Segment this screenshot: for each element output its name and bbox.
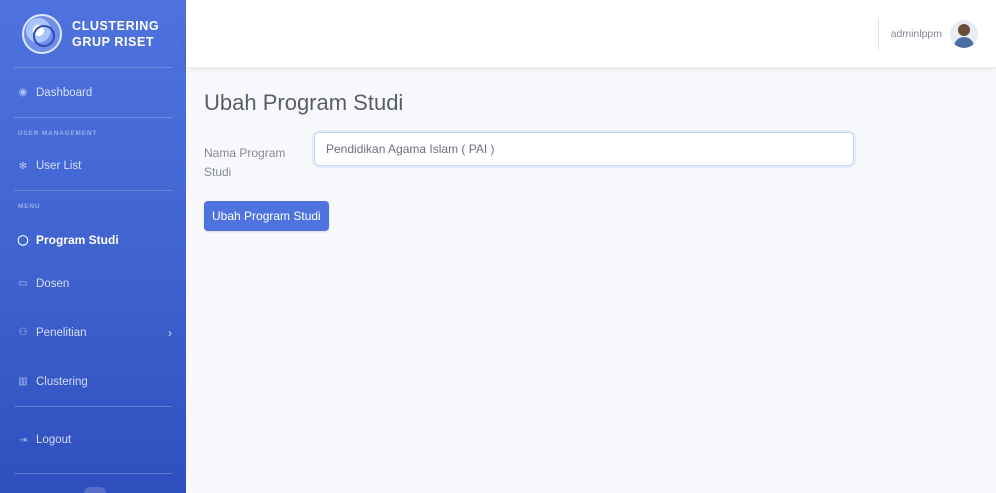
sidebar-item-label: Clustering [36, 375, 88, 388]
circle-icon: ◯ [17, 234, 29, 246]
user-name[interactable]: adminlppm [891, 28, 942, 40]
sidebar-item-label: Logout [36, 434, 72, 446]
main-content: Ubah Program Studi Nama Program Studi Ub… [204, 90, 854, 231]
program-studi-label: Nama Program Studi [204, 146, 286, 179]
brand-line-2: GRUP RISET [72, 34, 155, 49]
page-title: Ubah Program Studi [204, 90, 404, 115]
sidebar-item-penelitian[interactable]: ⚇ Penelitian › [0, 308, 186, 357]
sidebar-heading-menu: MENU [18, 202, 41, 210]
topbar: adminlppm [186, 0, 996, 67]
logo-icon [22, 13, 62, 54]
logout-icon: ⇥ [18, 434, 28, 446]
sidebar-item-program-studi[interactable]: ◯ Program Studi [0, 221, 186, 259]
sidebar-item-label: Dashboard [36, 86, 93, 99]
sidebar-item-dashboard[interactable]: ◉ Dashboard [0, 68, 186, 117]
chevron-right-icon: › [168, 325, 172, 340]
sidebar-item-logout[interactable]: ⇥ Logout [0, 407, 186, 473]
sidebar-divider [14, 473, 172, 474]
program-studi-input[interactable] [314, 132, 854, 166]
topbar-divider [877, 17, 879, 50]
sidebar-item-label: Program Studi [36, 233, 119, 247]
avatar[interactable] [950, 19, 978, 48]
sidebar: CLUSTERING GRUP RISET ◉ Dashboard USER M… [0, 0, 186, 493]
sidebar-item-label: Dosen [36, 277, 70, 290]
sidebar-toggle-button[interactable] [84, 487, 106, 493]
dashboard-icon: ◉ [18, 87, 28, 98]
sidebar-item-clustering[interactable]: ▥ Clustering [0, 357, 186, 406]
sidebar-item-label: Penelitian [36, 326, 87, 339]
sidebar-heading-user-management: USER MANAGEMENT [18, 129, 98, 137]
users-icon: ⚇ [18, 327, 28, 338]
sidebar-item-label: User List [36, 160, 82, 172]
gear-icon: ✻ [18, 160, 28, 172]
brand-title: CLUSTERING GRUP RISET [72, 18, 159, 50]
brand-line-1: CLUSTERING [72, 18, 160, 33]
sidebar-item-dosen[interactable]: ▭ Dosen [0, 259, 186, 308]
chalkboard-icon: ▭ [18, 278, 28, 289]
sidebar-brand[interactable]: CLUSTERING GRUP RISET [0, 0, 186, 67]
submit-button[interactable]: Ubah Program Studi [204, 201, 329, 231]
sidebar-item-user-list[interactable]: ✻ User List [0, 148, 186, 184]
bar-chart-icon: ▥ [18, 376, 28, 387]
